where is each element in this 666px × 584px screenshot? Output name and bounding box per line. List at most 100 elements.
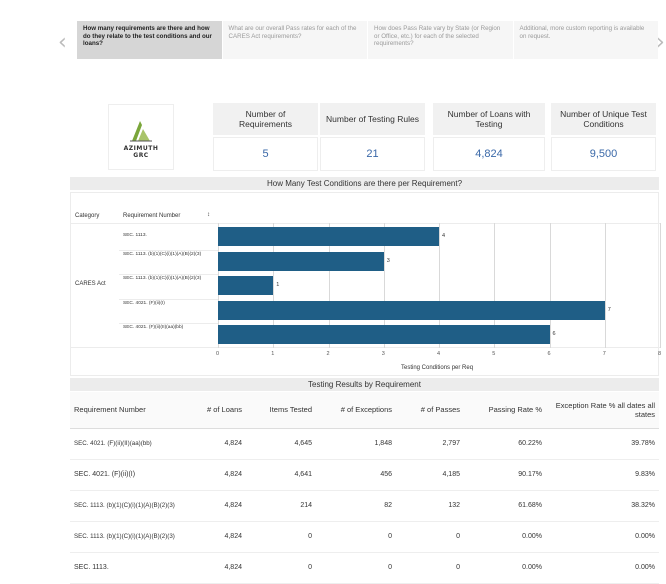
chart-bar[interactable] bbox=[218, 276, 274, 295]
row-value-cell: 0 bbox=[246, 552, 316, 584]
row-value-cell: 4,641 bbox=[246, 459, 316, 491]
row-value-cell: 214 bbox=[246, 490, 316, 522]
bar-value-label: 6 bbox=[552, 331, 556, 337]
table-row[interactable]: SEC. 4021. (F)(ii)(II)(aa)(bb) 4,824 4,645… bbox=[70, 428, 659, 460]
kpi-value: 5 bbox=[213, 137, 318, 171]
kpi-requirements: Number of Requirements 5 bbox=[213, 103, 318, 173]
x-tick-label: 8 bbox=[658, 351, 662, 357]
kpi-loans-tested: Number of Loans with Testing 4,824 bbox=[433, 103, 545, 173]
x-tick-label: 7 bbox=[602, 351, 606, 357]
azimuth-logo-icon bbox=[130, 121, 152, 142]
row-value-cell: 4,824 bbox=[188, 490, 246, 522]
table-row[interactable]: SEC. 1113. (b)(1)(C)(i)(1)(A)(B)(2)(3) 4,… bbox=[70, 490, 659, 522]
x-tick-label: 6 bbox=[547, 351, 551, 357]
logo-line-1: AZIMUTH bbox=[123, 145, 159, 152]
category-cares-act: CARES Act bbox=[75, 281, 106, 287]
col-header[interactable]: Exception Rate % all dates all states bbox=[546, 392, 659, 429]
tab-pass-rate-by-state[interactable]: How does Pass Rate vary by State (or Reg… bbox=[368, 21, 514, 59]
company-logo: AZIMUTH GRC bbox=[108, 104, 174, 170]
bar-value-label: 7 bbox=[607, 306, 611, 313]
requirement-label: SEC. 1113. (b)(1)(C)(i)(1)(A)(B)(2)(3) bbox=[123, 251, 202, 257]
row-requirement-cell: SEC. 1113. bbox=[70, 552, 188, 584]
row-value-cell: 456 bbox=[316, 459, 396, 491]
requirement-label: SEC. 1113. bbox=[123, 233, 147, 238]
sort-icon[interactable]: ↕ bbox=[207, 212, 210, 218]
row-value-cell: 60.22% bbox=[464, 428, 546, 460]
gridline bbox=[549, 223, 551, 348]
row-value-cell: 0.00% bbox=[546, 521, 659, 553]
table-row[interactable]: SEC. 4021. (F)(ii)(I) 4,824 4,641 456 4,185 9… bbox=[70, 459, 659, 491]
row-value-cell: 1,848 bbox=[316, 428, 396, 460]
chart-bar[interactable] bbox=[218, 300, 605, 320]
kpi-test-conditions: Number of Unique Test Conditions 9,500 bbox=[551, 103, 656, 173]
requirement-label: SEC. 4021. (F)(ii)(II)(aa)(bb) bbox=[123, 325, 184, 330]
row-value-cell: 90.17% bbox=[464, 459, 546, 491]
kpi-value: 21 bbox=[320, 137, 425, 171]
row-requirement-cell: SEC. 4021. (F)(ii)(II)(aa)(bb) bbox=[70, 428, 188, 460]
row-value-cell: 132 bbox=[396, 490, 464, 522]
row-value-cell: 39.78% bbox=[546, 428, 659, 460]
tab-pass-rates[interactable]: What are our overall Pass rates for each… bbox=[222, 21, 368, 59]
row-divider bbox=[119, 249, 218, 251]
row-value-cell: 0 bbox=[316, 521, 396, 553]
question-tabs: How many requirements are there and how … bbox=[77, 21, 659, 59]
category-header: Category bbox=[75, 213, 100, 219]
table-title: Testing Results by Requirement bbox=[70, 378, 659, 391]
bar-value-label: 4 bbox=[442, 233, 446, 239]
axis-divider bbox=[71, 347, 660, 348]
x-axis-label: Testing Conditions per Req bbox=[401, 365, 474, 371]
kpi-value: 9,500 bbox=[551, 137, 656, 171]
col-header[interactable]: # of Passes bbox=[396, 392, 464, 429]
row-value-cell: 2,797 bbox=[396, 428, 464, 460]
row-value-cell: 4,185 bbox=[396, 459, 464, 491]
row-value-cell: 4,824 bbox=[188, 428, 246, 460]
requirement-label: SEC. 1113. (b)(1)(C)(i)(1)(A)(B)(2)(3) bbox=[123, 276, 202, 281]
row-value-cell: 0.00% bbox=[464, 521, 546, 553]
x-tick-label: 4 bbox=[437, 351, 441, 357]
col-header[interactable]: Passing Rate % bbox=[464, 392, 546, 429]
results-table: Requirement Number # of Loans Items Test… bbox=[70, 392, 659, 584]
chart-title: How Many Test Conditions are there per R… bbox=[70, 177, 659, 190]
row-value-cell: 0 bbox=[316, 552, 396, 584]
row-value-cell: 4,824 bbox=[188, 459, 246, 491]
conditions-bar-chart: Category Requirement Number ↕ CARES Act … bbox=[70, 192, 662, 376]
row-value-cell: 61.68% bbox=[464, 490, 546, 522]
col-header[interactable]: Requirement Number bbox=[70, 392, 188, 429]
row-divider bbox=[119, 323, 218, 324]
x-tick-label: 1 bbox=[271, 351, 275, 357]
row-value-cell: 4,824 bbox=[188, 521, 246, 553]
col-header[interactable]: # of Exceptions bbox=[316, 392, 396, 429]
row-value-cell: 4,645 bbox=[246, 428, 316, 460]
row-value-cell: 0.00% bbox=[464, 552, 546, 584]
row-value-cell: 38.32% bbox=[546, 490, 659, 522]
tab-custom-reporting[interactable]: Additional, more custom reporting is ava… bbox=[513, 21, 659, 59]
requirement-header[interactable]: Requirement Number bbox=[123, 213, 180, 219]
tab-requirements-overview[interactable]: How many requirements are there and how … bbox=[77, 21, 223, 59]
x-tick-label: 5 bbox=[492, 351, 496, 357]
row-value-cell: 0 bbox=[246, 521, 316, 553]
x-tick-label: 2 bbox=[326, 351, 330, 357]
next-page-icon[interactable]: › bbox=[656, 30, 665, 55]
table-header-row: Requirement Number # of Loans Items Test… bbox=[70, 392, 659, 429]
row-requirement-cell: SEC. 4021. (F)(ii)(I) bbox=[70, 459, 188, 491]
row-value-cell: 4,824 bbox=[188, 552, 246, 584]
row-requirement-cell: SEC. 1113. (b)(1)(C)(i)(1)(A)(B)(2)(3) bbox=[70, 521, 188, 553]
table-row[interactable]: SEC. 1113. 4,824 0 0 0 0.00% 0.00% bbox=[70, 552, 659, 584]
chart-bar[interactable] bbox=[218, 227, 439, 246]
gridline bbox=[604, 223, 606, 348]
row-value-cell: 0 bbox=[396, 521, 464, 553]
row-requirement-cell: SEC. 1113. (b)(1)(C)(i)(1)(A)(B)(2)(3) bbox=[70, 490, 188, 522]
gridline bbox=[660, 223, 661, 348]
chart-bar[interactable] bbox=[218, 325, 550, 344]
prev-page-icon[interactable]: ‹ bbox=[58, 30, 67, 55]
table-row[interactable]: SEC. 1113. (b)(1)(C)(i)(1)(A)(B)(2)(3) 4,… bbox=[70, 521, 659, 553]
col-header[interactable]: Items Tested bbox=[246, 392, 316, 429]
col-header[interactable]: # of Loans bbox=[188, 392, 246, 429]
chart-bar[interactable] bbox=[218, 251, 384, 271]
bar-value-label: 3 bbox=[386, 257, 390, 264]
x-tick-label: 3 bbox=[381, 351, 385, 357]
kpi-label: Number of Loans with Testing bbox=[433, 103, 545, 135]
kpi-label: Number of Testing Rules bbox=[320, 103, 425, 135]
kpi-value: 4,824 bbox=[433, 137, 545, 171]
x-tick-label: 0 bbox=[216, 351, 220, 357]
